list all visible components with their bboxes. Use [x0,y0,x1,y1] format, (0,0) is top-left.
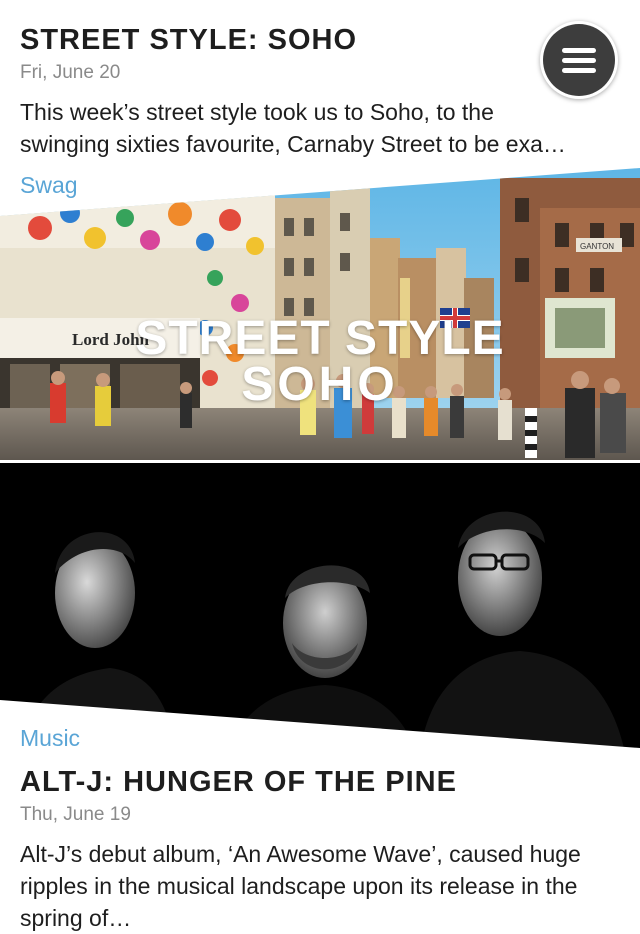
article-title[interactable]: ALT-J: HUNGER OF THE PINE [20,766,457,799]
category-label-music[interactable]: Music [20,725,80,752]
article-date: Thu, June 19 [20,804,131,825]
street-sign-text: GANTON [580,242,614,251]
category-label-swag[interactable]: Swag [20,172,78,199]
slanted-divider [0,700,640,760]
caption-line-1: STREET STYLE [135,312,505,365]
hero-image-caption: STREET STYLE SOHO [0,312,640,411]
section-divider [0,460,640,463]
article-title[interactable]: STREET STYLE: SOHO [20,24,357,57]
article-excerpt: This week’s street style took us to Soho… [20,99,566,157]
caption-line-2: SOHO [241,358,399,411]
article-date: Fri, June 20 [20,62,121,83]
menu-button[interactable] [543,24,615,96]
article-hero-image-street[interactable]: Lord John GANTON STREET STYLE SOHO [0,168,640,460]
